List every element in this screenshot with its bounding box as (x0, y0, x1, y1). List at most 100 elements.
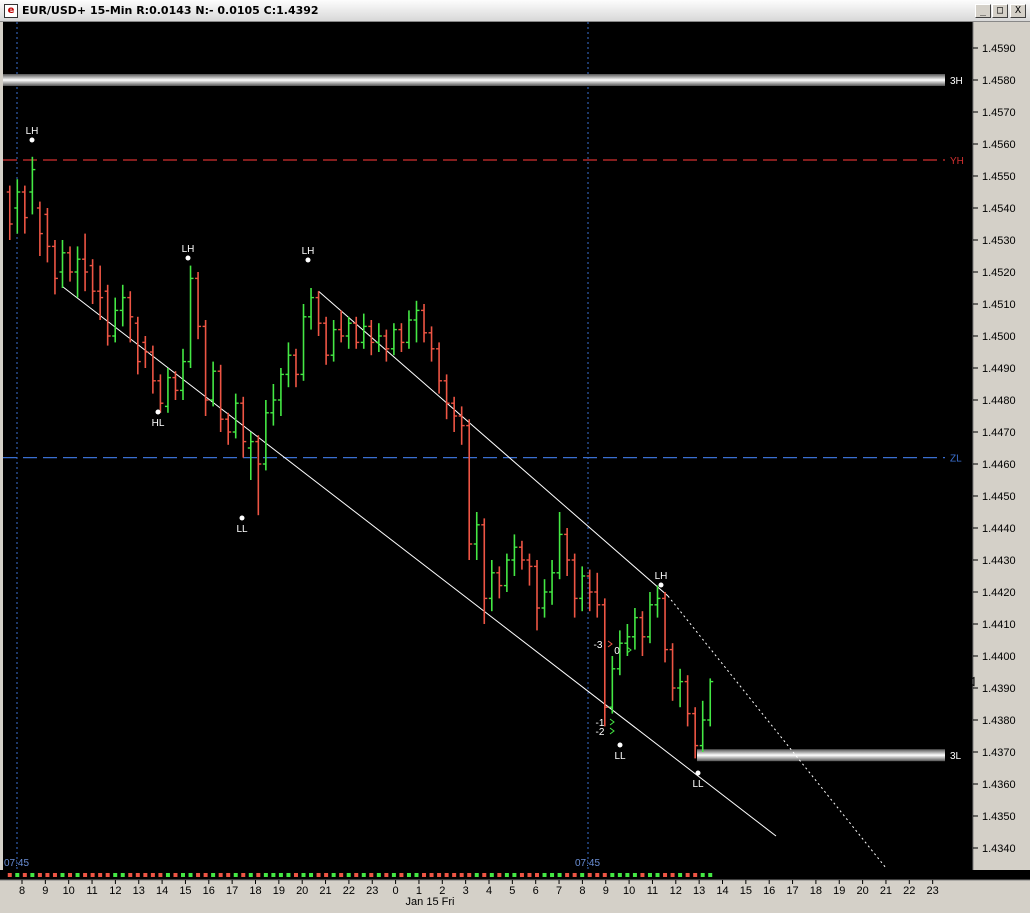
sar-dot (693, 873, 698, 877)
time-tick-label: 16 (763, 885, 775, 897)
price-tick-label: 1.4590 (982, 43, 1016, 55)
sar-dot (542, 873, 547, 877)
price-tick-label: 1.4490 (982, 363, 1016, 375)
swing-point-dot (658, 582, 664, 588)
sar-dot (75, 873, 80, 877)
price-tick-label: 1.4570 (982, 107, 1016, 119)
sar-dot (391, 873, 396, 877)
sar-dot (489, 873, 494, 877)
time-tick-label: 9 (42, 885, 48, 897)
sar-dot (181, 873, 185, 877)
sar-dot (188, 873, 193, 877)
level-band-3h (3, 74, 945, 86)
sar-dot (248, 873, 253, 877)
sar-dot (52, 873, 57, 877)
sar-dot (429, 873, 434, 877)
price-tick-label: 1.4530 (982, 235, 1016, 247)
wave-count-label: -2 (596, 727, 605, 738)
time-tick-label: 13 (133, 885, 145, 897)
time-tick-label: 17 (786, 885, 798, 897)
swing-label-ll: LL (236, 524, 248, 535)
time-tick-label: 13 (693, 885, 705, 897)
sar-dot (550, 873, 555, 877)
sar-dot (497, 873, 502, 877)
sar-dot (309, 873, 314, 877)
time-tick-label: 20 (856, 885, 868, 897)
sar-dot (22, 873, 27, 877)
time-tick-label: 19 (273, 885, 285, 897)
sar-dot (165, 873, 170, 877)
close-button[interactable]: X (1010, 4, 1026, 18)
level-label-3l: 3L (950, 751, 962, 762)
sar-dot (452, 873, 457, 877)
price-tick-label: 1.4430 (982, 555, 1016, 567)
sar-dot (422, 873, 427, 877)
sar-dot (708, 873, 713, 877)
swing-point-dot (29, 137, 35, 143)
sar-dot (602, 873, 607, 877)
price-tick-label: 1.4390 (982, 683, 1016, 695)
sar-dot (293, 873, 298, 877)
time-tick-label: 7 (556, 885, 562, 897)
swing-point-dot (155, 409, 161, 415)
swing-point-dot (617, 742, 623, 748)
time-tick-label: 3 (463, 885, 469, 897)
minimize-button[interactable]: _ (975, 4, 991, 18)
swing-label-lh: LH (26, 126, 39, 137)
price-tick-label: 1.4470 (982, 427, 1016, 439)
sar-dot (68, 873, 73, 877)
sar-dot (482, 873, 487, 877)
price-tick-label: 1.4540 (982, 203, 1016, 215)
sar-dot (572, 873, 577, 877)
sar-dot (150, 873, 155, 877)
sar-dot (135, 873, 140, 877)
swing-point-dot (239, 515, 245, 521)
title-bar[interactable]: e EUR/USD+ 15-Min R:0.0143 N:- 0.0105 C:… (0, 0, 1030, 22)
price-tick-label: 1.4560 (982, 139, 1016, 151)
sar-dot (663, 873, 668, 877)
sar-dot (437, 873, 442, 877)
sar-dot (324, 873, 329, 877)
maximize-button[interactable]: □ (992, 4, 1008, 18)
sar-dot (512, 873, 517, 877)
sar-dot (226, 873, 231, 877)
sar-dot (617, 873, 622, 877)
price-tick-label: 1.4580 (982, 75, 1016, 87)
time-tick-label: 8 (579, 885, 585, 897)
time-tick-label: 22 (903, 885, 915, 897)
wave-count-label: 0 (614, 646, 620, 657)
time-tick-label: 20 (296, 885, 308, 897)
time-tick-label: 17 (226, 885, 238, 897)
swing-label-ll: LL (692, 779, 704, 790)
sar-dot (535, 873, 539, 877)
sar-dot (263, 873, 268, 877)
sar-dot (459, 873, 464, 877)
time-tick-label: 21 (319, 885, 331, 897)
swing-label-ll: LL (614, 751, 626, 762)
sar-dot (467, 873, 472, 877)
sar-dot (595, 873, 600, 877)
plot-area[interactable] (3, 22, 973, 870)
sar-dot (7, 873, 12, 877)
sar-dot (519, 873, 524, 877)
sar-dot (301, 873, 306, 877)
sar-dot (316, 873, 321, 877)
sar-dot (474, 873, 479, 877)
chart-app-icon[interactable]: e (4, 4, 18, 18)
level-label-3h: 3H (950, 76, 963, 87)
sar-dot (233, 873, 238, 877)
time-tick-label: 4 (486, 885, 492, 897)
sar-dot (376, 873, 381, 877)
sar-dot (286, 873, 291, 877)
price-tick-label: 1.4550 (982, 171, 1016, 183)
price-chart[interactable]: 1.4590 1.4580 1.4570 1.4560 1.4550 1.4540 1.45… (0, 22, 1030, 913)
sar-dot (211, 873, 216, 877)
chart-window: e EUR/USD+ 15-Min R:0.0143 N:- 0.0105 C:… (0, 0, 1030, 913)
time-tick-label: 19 (833, 885, 845, 897)
session-time-flag: 07:45 (575, 858, 600, 869)
time-tick-label: 18 (249, 885, 261, 897)
sar-dot (60, 873, 65, 877)
sar-dot (45, 873, 50, 877)
sar-dot (241, 873, 246, 877)
price-tick-label: 1.4360 (982, 779, 1016, 791)
